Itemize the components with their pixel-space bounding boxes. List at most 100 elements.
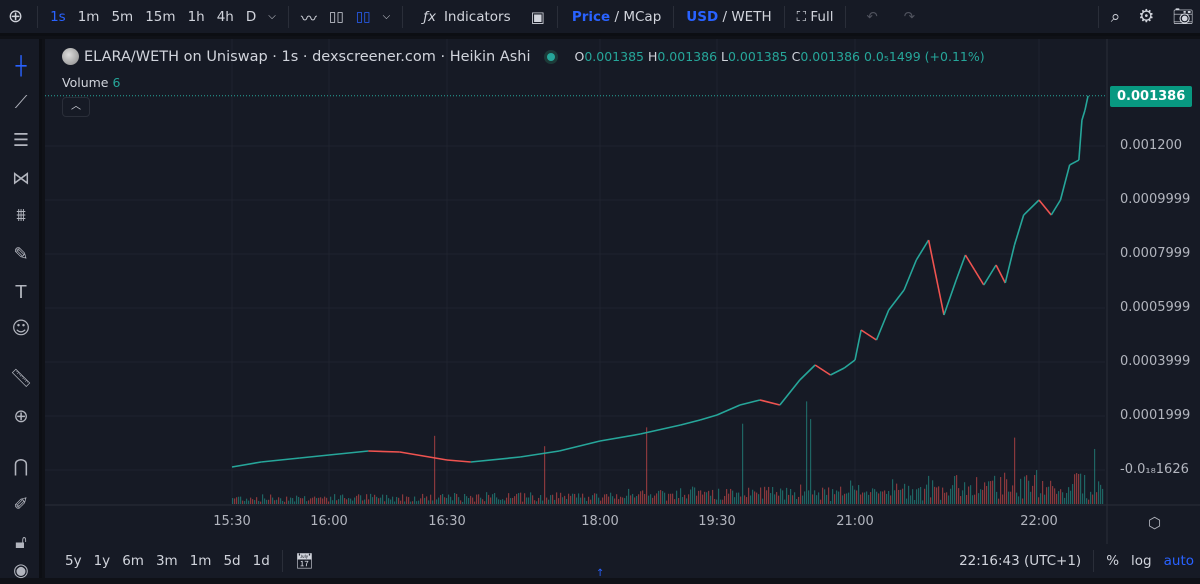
- symbol-title[interactable]: ELARA/WETH on Uniswap · 1s · dexscreener…: [84, 49, 530, 65]
- volume-bar: [974, 494, 976, 504]
- goto-date-icon[interactable]: 📅︎: [289, 552, 320, 570]
- range-1d[interactable]: 1d: [247, 553, 276, 569]
- x-tick-label: 16:00: [310, 514, 348, 529]
- volume-bar: [666, 500, 668, 504]
- volume-bar: [748, 487, 750, 504]
- volume-bar: [420, 498, 422, 504]
- eye-icon[interactable]: ◉: [7, 556, 35, 584]
- volume-bar: [242, 500, 244, 504]
- undo-icon[interactable]: ↶: [860, 9, 883, 25]
- text-icon[interactable]: T: [7, 278, 35, 306]
- interval-1s[interactable]: 1s: [44, 9, 72, 25]
- bottom-toolbar: 5y 1y 6m 3m 1m 5d 1d 📅︎ 22:16:43 (UTC+1) % log…: [45, 544, 1200, 578]
- redo-icon[interactable]: ↷: [898, 9, 921, 25]
- volume-bar: [652, 497, 654, 504]
- timezone-button[interactable]: 22:16:43 (UTC+1): [953, 553, 1087, 569]
- lock-pencil-icon[interactable]: ✐: [7, 490, 35, 518]
- price-segment: [995, 264, 1006, 284]
- price-mcap-toggle[interactable]: Price / MCap: [564, 9, 667, 25]
- volume-bar: [312, 497, 314, 504]
- chevron-down-icon[interactable]: ⌵: [262, 11, 282, 22]
- volume-bar: [608, 496, 610, 504]
- volume-bar: [518, 493, 520, 504]
- range-6m[interactable]: 6m: [116, 553, 150, 569]
- trend-line-icon[interactable]: ⟋: [7, 88, 35, 116]
- market-status-icon: [544, 49, 559, 64]
- price-chart[interactable]: [45, 39, 1200, 544]
- volume-bar: [906, 498, 908, 504]
- volume-bar: [864, 492, 866, 504]
- volume-bar: [502, 499, 504, 504]
- scroll-to-realtime-icon[interactable]: ↑: [596, 568, 604, 579]
- volume-bar: [376, 496, 378, 504]
- range-1y[interactable]: 1y: [88, 553, 117, 569]
- chevron-down-icon[interactable]: ⌵: [377, 11, 397, 22]
- magnet-icon[interactable]: ⋂: [7, 452, 35, 480]
- emoji-icon[interactable]: ☺: [7, 314, 35, 342]
- brush-icon[interactable]: ✎: [7, 240, 35, 268]
- fib-icon[interactable]: ☰: [7, 126, 35, 154]
- chart-pane[interactable]: [45, 39, 1200, 544]
- volume-bar: [304, 496, 306, 504]
- interval-15m[interactable]: 15m: [139, 9, 181, 25]
- volume-bar: [290, 497, 292, 504]
- volume-bar: [850, 480, 852, 504]
- interval-1m[interactable]: 1m: [72, 9, 106, 25]
- volume-bar: [928, 475, 930, 504]
- volume-bar: [330, 496, 332, 504]
- camera-icon[interactable]: 📷︎: [1166, 7, 1200, 27]
- auto-toggle[interactable]: auto: [1158, 553, 1200, 569]
- volume-bar: [544, 446, 546, 504]
- volume-bar: [704, 491, 706, 504]
- volume-bar: [858, 485, 860, 504]
- volume-bar: [824, 489, 826, 504]
- pattern-icon[interactable]: ⋈: [7, 164, 35, 192]
- line-chart-icon[interactable]: 〰: [295, 5, 323, 29]
- add-symbol-icon[interactable]: ⊕: [0, 6, 31, 27]
- volume-bar: [316, 498, 318, 504]
- axis-settings-icon[interactable]: ⬡: [1148, 514, 1161, 532]
- volume-bar: [414, 496, 416, 504]
- volume-bar: [504, 500, 506, 504]
- volume-bar: [636, 496, 638, 504]
- volume-bar: [556, 492, 558, 504]
- volume-bar: [256, 497, 258, 504]
- collapse-legend-button[interactable]: ︿: [62, 97, 90, 117]
- layouts-icon[interactable]: ▣: [525, 8, 551, 26]
- volume-bar: [524, 493, 526, 504]
- range-1m[interactable]: 1m: [184, 553, 218, 569]
- zoom-in-icon[interactable]: ⊕: [7, 402, 35, 430]
- range-5y[interactable]: 5y: [59, 553, 88, 569]
- range-3m[interactable]: 3m: [150, 553, 184, 569]
- interval-D[interactable]: D: [240, 9, 262, 25]
- volume-bar: [908, 485, 910, 504]
- heikin-ashi-icon[interactable]: ▯▯: [350, 9, 377, 25]
- candles-icon[interactable]: ▯▯: [323, 9, 350, 25]
- volume-bar: [374, 494, 376, 504]
- log-toggle[interactable]: log: [1125, 553, 1158, 569]
- volume-bar: [738, 492, 740, 504]
- volume-bar: [320, 497, 322, 504]
- interval-5m[interactable]: 5m: [105, 9, 139, 25]
- range-5d[interactable]: 5d: [217, 553, 246, 569]
- volume-bar: [772, 486, 774, 504]
- quick-search-icon[interactable]: ⌕: [1105, 7, 1127, 27]
- volume-bar: [398, 497, 400, 504]
- currency-toggle[interactable]: USD / WETH: [680, 9, 777, 25]
- chart-legend: ELARA/WETH on Uniswap · 1s · dexscreener…: [62, 48, 985, 65]
- indicators-button[interactable]: ƒx Indicators: [409, 9, 516, 25]
- crosshair-icon[interactable]: ┼: [7, 52, 35, 80]
- volume-bar: [272, 497, 274, 504]
- percent-toggle[interactable]: %: [1100, 553, 1125, 569]
- volume-bar: [340, 495, 342, 504]
- prediction-icon[interactable]: ⩩: [7, 201, 35, 229]
- volume-bar: [1076, 473, 1078, 504]
- volume-bar: [644, 493, 646, 504]
- interval-1h[interactable]: 1h: [182, 9, 211, 25]
- lock-icon[interactable]: 🔓︎: [7, 528, 35, 556]
- settings-icon[interactable]: ⚙: [1132, 6, 1160, 27]
- ruler-icon[interactable]: 📏︎: [7, 364, 35, 392]
- interval-4h[interactable]: 4h: [211, 9, 240, 25]
- fullscreen-button[interactable]: ⛶ Full: [791, 9, 840, 25]
- volume-bar: [406, 496, 408, 504]
